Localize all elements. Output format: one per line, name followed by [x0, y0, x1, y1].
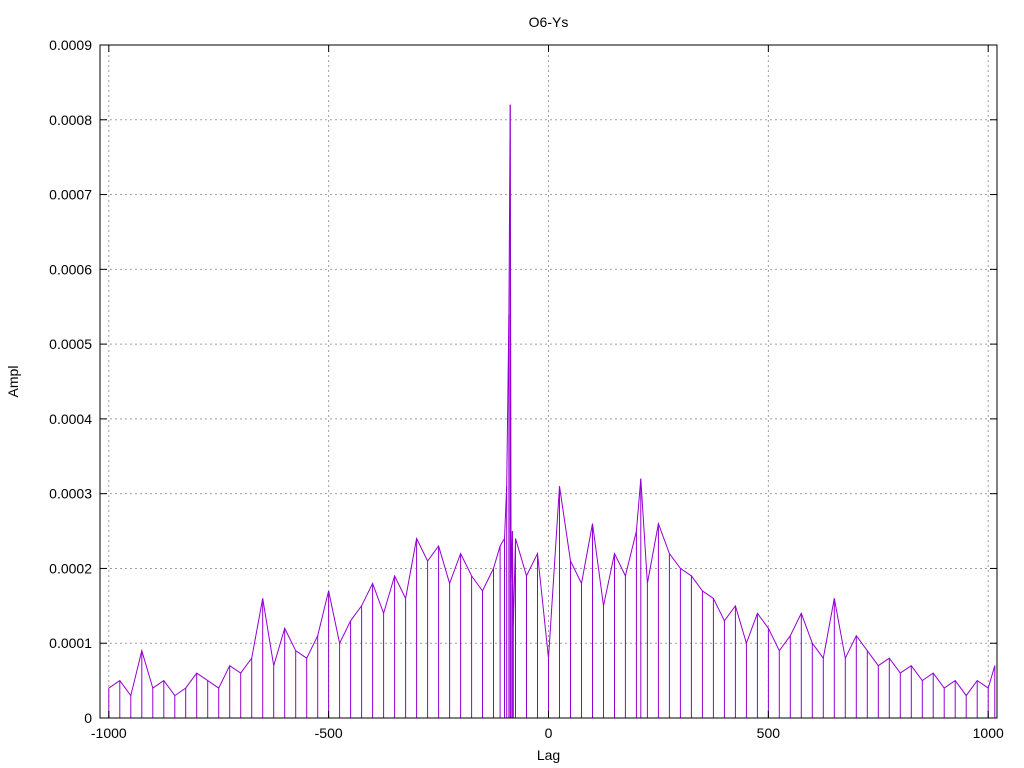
y-tick-label-0: 0 [84, 710, 92, 726]
y-tick-label-7: 0.0007 [49, 187, 92, 203]
chart: -1000 -500 0 500 1000 0 0.0001 0.0002 0.0003 0.00… [0, 0, 1024, 768]
y-tick-label-2: 0.0002 [49, 560, 92, 576]
chart-title: O6-Ys [529, 14, 569, 30]
y-tick-label-8: 0.0008 [49, 112, 92, 128]
x-tick-label-3: 500 [757, 725, 781, 741]
y-tick-label-9: 0.0009 [49, 37, 92, 53]
y-tick-label-3: 0.0003 [49, 486, 92, 502]
y-axis-label: Ampl [5, 366, 21, 398]
x-tick-label-2: 0 [545, 725, 553, 741]
y-tick-label-4: 0.0004 [49, 411, 92, 427]
y-tick-label-1: 0.0001 [49, 635, 92, 651]
x-tick-label-1: -500 [315, 725, 343, 741]
x-tick-label-0: -1000 [91, 725, 127, 741]
x-axis-label: Lag [537, 747, 560, 763]
y-tick-label-6: 0.0006 [49, 261, 92, 277]
x-tick-label-4: 1000 [973, 725, 1004, 741]
y-tick-label-5: 0.0005 [49, 336, 92, 352]
